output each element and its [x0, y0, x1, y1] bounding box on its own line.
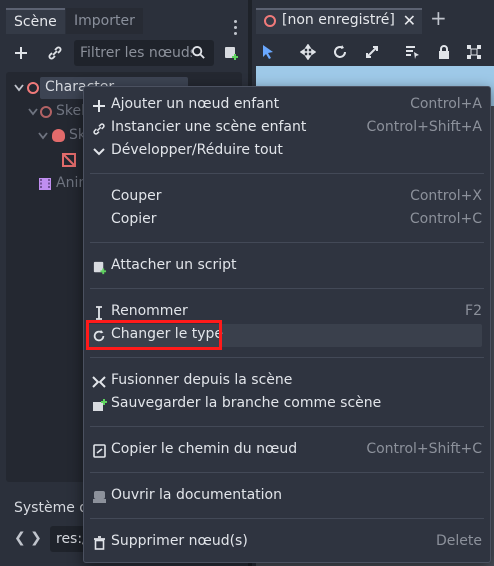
menu-item-attach-script[interactable]: Attacher un script — [84, 255, 490, 278]
script-add-icon — [91, 259, 107, 275]
doc-icon — [91, 489, 107, 505]
menu-separator — [90, 288, 484, 289]
chevron-down-icon[interactable] — [28, 108, 38, 116]
menu-item-label: Copier — [111, 211, 157, 227]
menu-item-instance-child-scene[interactable]: Instancier une scène enfant Control+Shif… — [84, 117, 490, 140]
menu-item-open-documentation[interactable]: Ouvrir la documentation — [84, 485, 490, 508]
instance-scene-button[interactable] — [42, 40, 68, 66]
link-icon — [91, 121, 107, 137]
menu-separator — [90, 472, 484, 473]
menu-item-shortcut: F2 — [465, 303, 482, 319]
lock-button[interactable] — [434, 42, 454, 62]
menu-item-label: Supprimer nœud(s) — [111, 533, 248, 549]
animation-player-icon — [39, 178, 51, 190]
menu-separator — [90, 173, 484, 174]
menu-item-shortcut: Delete — [436, 533, 482, 549]
add-node-button[interactable] — [8, 40, 34, 66]
scene-tab[interactable]: [non enregistré] ✕ — [256, 8, 422, 34]
chevron-down-icon — [91, 144, 107, 160]
list-select-icon — [406, 46, 419, 59]
menu-item-label: Instancier une scène enfant — [111, 119, 307, 135]
select-tool-button[interactable] — [258, 42, 278, 62]
menu-item-label: Copier le chemin du nœud — [111, 441, 298, 457]
rotate-tool-button[interactable] — [330, 42, 350, 62]
tab-scene[interactable]: Scène — [6, 8, 65, 34]
skeleton-icon — [52, 129, 65, 142]
dock-tabs: Scène Importer — [0, 8, 248, 35]
menu-separator — [90, 426, 484, 427]
menu-item-label: Attacher un script — [111, 257, 237, 273]
attach-script-button[interactable] — [218, 40, 244, 66]
plus-icon — [15, 47, 27, 59]
chevron-down-icon[interactable] — [14, 84, 24, 92]
copy-path-icon — [91, 443, 107, 459]
menu-item-label: Fusionner depuis la scène — [111, 372, 293, 388]
menu-item-add-child-node[interactable]: Ajouter un nœud enfant Control+A — [84, 94, 490, 117]
menu-separator — [90, 357, 484, 358]
script-add-icon — [225, 47, 238, 60]
node2d-icon — [40, 106, 52, 118]
list-tool-button[interactable] — [402, 42, 422, 62]
menu-item-label: Ouvrir la documentation — [111, 487, 282, 503]
editor-toolbar — [252, 38, 494, 66]
chevron-down-icon[interactable] — [38, 132, 48, 140]
node2d-icon — [27, 82, 39, 94]
scale-icon — [366, 46, 378, 58]
filter-nodes-field[interactable] — [74, 40, 214, 66]
menu-item-save-branch-as-scene[interactable]: Sauvegarder la branche comme scène — [84, 393, 490, 416]
menu-item-label: Développer/Réduire tout — [111, 142, 283, 158]
highlight-box — [86, 320, 222, 350]
trash-icon — [91, 535, 107, 551]
polygon-icon — [62, 153, 76, 167]
filter-nodes-input[interactable] — [74, 40, 192, 66]
rename-icon — [91, 305, 107, 321]
menu-item-cut[interactable]: Couper Control+X — [84, 186, 490, 209]
lock-icon — [439, 45, 449, 59]
menu-item-label: Ajouter un nœud enfant — [111, 96, 280, 112]
scale-tool-button[interactable] — [362, 42, 382, 62]
menu-separator — [90, 518, 484, 519]
move-icon — [300, 44, 316, 60]
dock-menu-icon[interactable] — [234, 20, 238, 38]
scene-toolbar — [6, 40, 242, 66]
move-tool-button[interactable] — [298, 42, 318, 62]
scene-tab-title: [non enregistré] — [282, 12, 395, 28]
menu-item-shortcut: Control+Shift+A — [366, 119, 482, 135]
menu-item-copy-node-path[interactable]: Copier le chemin du nœud Control+Shift+C — [84, 439, 490, 462]
menu-item-shortcut: Control+Shift+C — [366, 441, 482, 457]
menu-item-shortcut: Control+X — [410, 188, 482, 204]
search-icon — [191, 45, 205, 59]
node2d-icon — [264, 15, 276, 27]
menu-item-shortcut: Control+C — [409, 211, 482, 227]
link-icon — [48, 46, 62, 60]
menu-item-copy[interactable]: Copier Control+C — [84, 209, 490, 232]
tab-import[interactable]: Importer — [66, 8, 143, 34]
close-icon[interactable]: ✕ — [403, 11, 416, 30]
menu-item-label: Sauvegarder la branche comme scène — [111, 395, 382, 411]
merge-icon — [91, 374, 107, 390]
menu-item-shortcut: Control+A — [410, 96, 482, 112]
nav-arrows-icon[interactable]: ❮ ❯ — [14, 530, 42, 546]
menu-item-label: Renommer — [111, 303, 188, 319]
menu-separator — [90, 242, 484, 243]
menu-item-expand-collapse-all[interactable]: Développer/Réduire tout — [84, 140, 490, 163]
add-tab-button[interactable]: + — [430, 6, 447, 30]
menu-item-delete-nodes[interactable]: Supprimer nœud(s) Delete — [84, 531, 490, 554]
group-button[interactable] — [464, 42, 484, 62]
plus-icon — [91, 98, 107, 114]
menu-item-label: Couper — [111, 188, 162, 204]
menu-item-merge-from-scene[interactable]: Fusionner depuis la scène — [84, 370, 490, 393]
group-icon — [467, 45, 481, 59]
save-branch-icon — [91, 397, 107, 413]
rotate-icon — [334, 45, 346, 58]
cursor-icon — [263, 45, 273, 59]
